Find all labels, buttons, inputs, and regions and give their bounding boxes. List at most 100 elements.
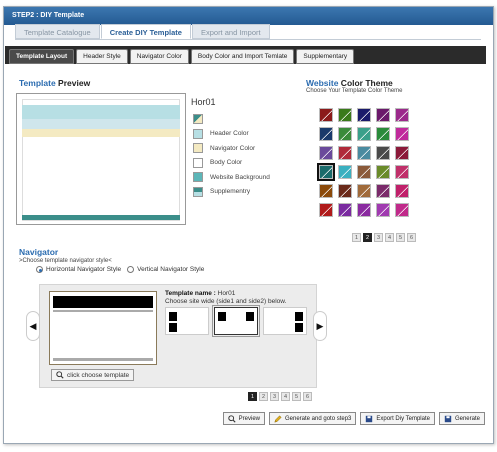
- pencil-icon: [274, 414, 282, 423]
- preview-header-band: [22, 105, 180, 119]
- generate-label: Generate: [454, 415, 480, 422]
- preview-button[interactable]: Preview: [222, 412, 265, 425]
- site-wide-text: Choose site wide (side1 and side2) below…: [165, 298, 287, 305]
- template-preview-heading: Template Preview: [19, 78, 90, 88]
- color-theme-swatch[interactable]: [376, 127, 390, 141]
- navigator-page-3[interactable]: 3: [270, 392, 279, 401]
- website-background-label: Website Background: [210, 173, 270, 181]
- color-theme-swatch[interactable]: [376, 184, 390, 198]
- choose-template-button[interactable]: click choose template: [51, 369, 135, 381]
- color-theme-swatch[interactable]: [338, 203, 352, 217]
- horizontal-label: Horizontal Navigator Style: [46, 266, 122, 273]
- legend-row: Header Color: [193, 127, 270, 142]
- disk-icon: [444, 415, 452, 422]
- side-block: [246, 312, 254, 321]
- heading-accent: Template: [19, 78, 56, 88]
- body-color-swatch[interactable]: [193, 157, 203, 168]
- navigator-pager: 123456: [248, 392, 314, 401]
- color-theme-swatch[interactable]: [357, 165, 371, 179]
- supplementry-label: Supplementry: [210, 188, 251, 196]
- navigator-color-swatch[interactable]: [193, 143, 203, 154]
- color-theme-swatch[interactable]: [357, 146, 371, 160]
- color-theme-swatch[interactable]: [376, 165, 390, 179]
- next-arrow-icon[interactable]: ▶: [313, 311, 327, 341]
- navigator-page-4[interactable]: 4: [281, 392, 290, 401]
- theme-page-1[interactable]: 1: [352, 233, 361, 242]
- color-theme-swatch[interactable]: [319, 127, 333, 141]
- subtab-navigator-color[interactable]: Navigator Color: [129, 49, 189, 64]
- navigator-page-5[interactable]: 5: [292, 392, 301, 401]
- navigator-page-1[interactable]: 1: [248, 392, 257, 401]
- thumb-header-bar: [53, 296, 153, 308]
- supplementry-swatch[interactable]: [193, 186, 203, 197]
- heading-rest: Color Theme: [338, 78, 393, 88]
- side-block: [169, 323, 177, 332]
- color-theme-swatch[interactable]: [317, 163, 335, 181]
- disk-icon: [366, 415, 373, 422]
- vertical-label: Vertical Navigator Style: [137, 266, 205, 273]
- preview-navigator-band: [22, 129, 180, 137]
- color-theme-swatch[interactable]: [319, 203, 333, 217]
- export-diy-template-button[interactable]: Export Diy Template: [360, 412, 435, 425]
- prev-arrow-icon[interactable]: ◀: [26, 311, 40, 341]
- subtab-body-color[interactable]: Body Color and Import Temlate: [190, 49, 295, 64]
- layout-option-1[interactable]: [165, 307, 209, 335]
- navigator-template-thumbnail[interactable]: [49, 291, 157, 365]
- color-theme-swatch[interactable]: [319, 108, 333, 122]
- navigator-page-2[interactable]: 2: [259, 392, 268, 401]
- heading-rest: Preview: [55, 78, 91, 88]
- theme-page-6[interactable]: 6: [407, 233, 416, 242]
- navigator-heading: Navigator: [19, 247, 58, 257]
- color-legend: Header Color Navigator Color Body Color …: [193, 112, 270, 199]
- color-theme-swatch[interactable]: [338, 127, 352, 141]
- side-layout-options: [165, 305, 307, 337]
- theme-page-3[interactable]: 3: [374, 233, 383, 242]
- color-theme-swatch[interactable]: [357, 203, 371, 217]
- tab-export-import[interactable]: Export and Import: [191, 24, 270, 39]
- color-theme-swatch[interactable]: [357, 127, 371, 141]
- color-theme-swatch[interactable]: [338, 146, 352, 160]
- subtab-template-layout[interactable]: Template Layout: [9, 49, 75, 64]
- color-theme-swatch[interactable]: [338, 165, 352, 179]
- subtab-header-style[interactable]: Header Style: [76, 49, 128, 64]
- theme-page-2[interactable]: 2: [363, 233, 372, 242]
- color-theme-swatch[interactable]: [395, 108, 409, 122]
- color-theme-swatch[interactable]: [376, 203, 390, 217]
- export-diy-template-label: Export Diy Template: [376, 415, 430, 422]
- color-theme-swatch[interactable]: [357, 184, 371, 198]
- color-theme-swatch[interactable]: [395, 127, 409, 141]
- theme-page-4[interactable]: 4: [385, 233, 394, 242]
- layout-option-3[interactable]: [263, 307, 307, 335]
- theme-page-5[interactable]: 5: [396, 233, 405, 242]
- color-theme-swatch[interactable]: [376, 146, 390, 160]
- color-theme-swatch[interactable]: [395, 184, 409, 198]
- navigator-prompt: >Choose template navigator style<: [19, 258, 112, 264]
- legend-row: Body Color: [193, 156, 270, 171]
- color-theme-swatch[interactable]: [376, 108, 390, 122]
- tab-template-catalogue[interactable]: Template Catalogue: [15, 24, 100, 39]
- color-theme-swatch[interactable]: [319, 146, 333, 160]
- generate-button[interactable]: Generate: [438, 412, 485, 425]
- website-background-swatch[interactable]: [193, 172, 203, 183]
- layout-option-2[interactable]: [212, 305, 260, 337]
- magnifier-icon: [56, 371, 64, 379]
- color-theme-swatch[interactable]: [357, 108, 371, 122]
- color-theme-swatch[interactable]: [395, 165, 409, 179]
- generate-goto-step3-button[interactable]: Generate and goto step3: [269, 412, 357, 425]
- color-theme-swatch[interactable]: [395, 203, 409, 217]
- side-block: [218, 312, 226, 321]
- navigator-page-6[interactable]: 6: [303, 392, 312, 401]
- heading-accent: Navigator: [19, 247, 59, 257]
- color-theme-swatch[interactable]: [338, 184, 352, 198]
- color-theme-swatch[interactable]: [395, 146, 409, 160]
- template-name-label: Template name :: [165, 290, 216, 297]
- tab-create-diy-template[interactable]: Create DIY Template: [100, 24, 191, 39]
- navigator-style-options: Horizontal Navigator Style Vertical Navi…: [36, 266, 204, 273]
- radio-vertical[interactable]: [127, 266, 135, 273]
- color-theme-swatch[interactable]: [319, 184, 333, 198]
- sub-tabs: Template Layout Header Style Navigator C…: [5, 46, 486, 64]
- radio-horizontal[interactable]: [36, 266, 43, 273]
- subtab-supplementary[interactable]: Supplementary: [296, 49, 355, 64]
- header-color-swatch[interactable]: [193, 128, 203, 139]
- color-theme-swatch[interactable]: [338, 108, 352, 122]
